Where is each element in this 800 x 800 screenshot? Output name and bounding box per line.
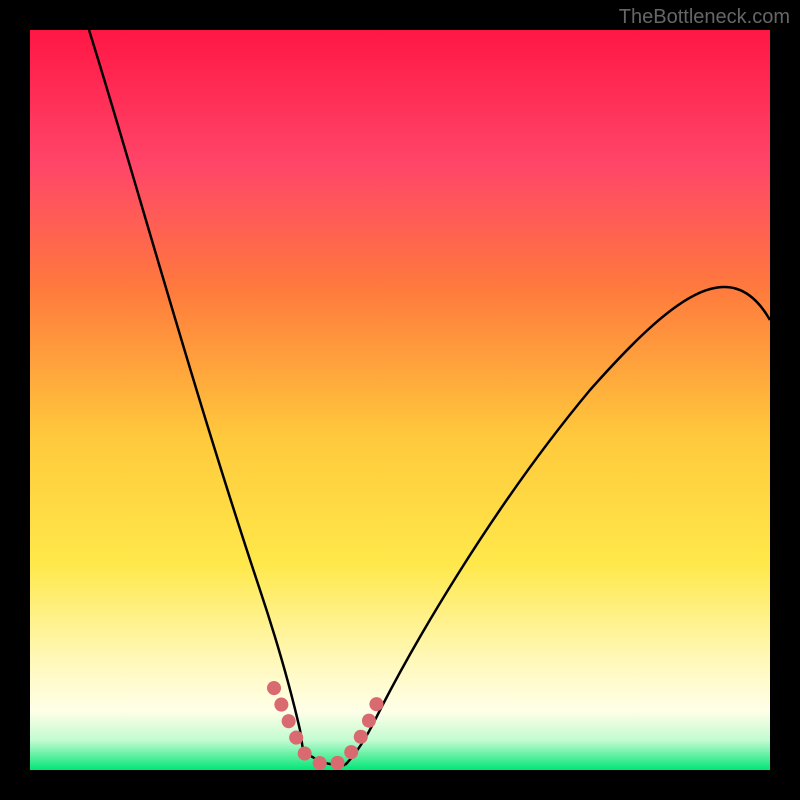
chart-container	[30, 30, 770, 770]
chart-svg	[30, 30, 770, 770]
watermark-text: TheBottleneck.com	[619, 6, 790, 29]
gradient-background	[30, 30, 770, 770]
